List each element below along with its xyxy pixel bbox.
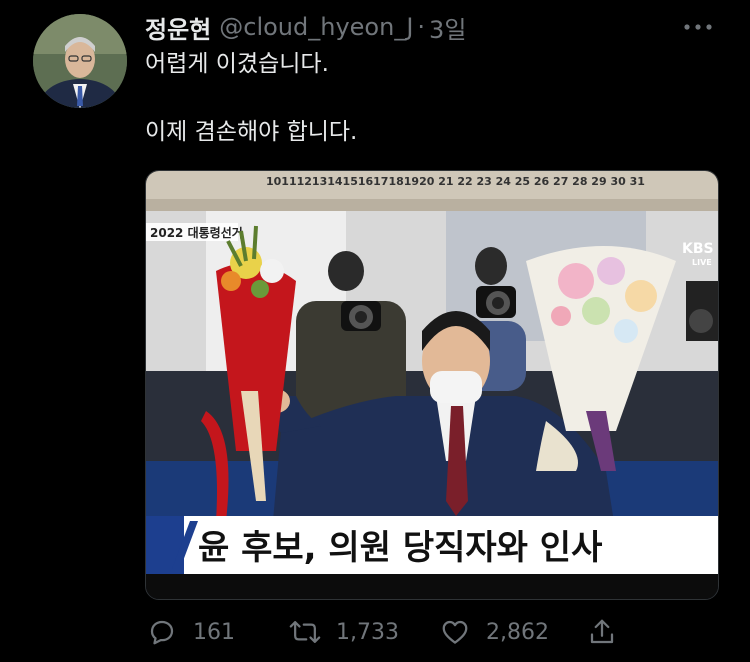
- like-button[interactable]: 2,862: [438, 612, 549, 652]
- more-button[interactable]: [678, 16, 718, 38]
- avatar-image: [33, 14, 127, 108]
- tweet-media[interactable]: 1011121314151617181920 21 22 23 24 25 26…: [145, 170, 719, 600]
- share-icon: [585, 615, 619, 649]
- share-button[interactable]: [585, 612, 633, 652]
- media-photo: 1011121314151617181920 21 22 23 24 25 26…: [146, 171, 718, 599]
- heart-icon: [438, 615, 472, 649]
- like-count: 2,862: [486, 619, 549, 645]
- retweet-icon: [288, 615, 322, 649]
- news-ticker: 윤 후보, 의원 당직자와 인사: [198, 528, 602, 568]
- avatar[interactable]: [33, 14, 127, 108]
- author-handle[interactable]: @cloud_hyeon_J: [219, 13, 413, 41]
- broadcast-tag: 2022 대통령선거: [150, 225, 243, 240]
- separator: ·: [417, 13, 426, 41]
- tweet-header: 정운현 @cloud_hyeon_J · 3일: [145, 10, 466, 45]
- reply-button[interactable]: 161: [145, 612, 235, 652]
- tweet-line-2: 이제 겸손해야 합니다.: [145, 119, 358, 145]
- tweet-line-1: 어렵게 이겼습니다.: [145, 51, 329, 77]
- channel-logo: KBS: [682, 241, 714, 257]
- retweet-button[interactable]: 1,733: [288, 612, 399, 652]
- retweet-count: 1,733: [336, 619, 399, 645]
- tweet-time[interactable]: 3일: [429, 10, 466, 45]
- reply-count: 161: [193, 619, 235, 645]
- action-bar: 161 1,733 2,862: [145, 612, 645, 652]
- more-icon: [684, 24, 712, 30]
- author-name[interactable]: 정운현: [145, 10, 211, 45]
- tweet-text: 어렵게 이겼습니다. 이제 겸손해야 합니다.: [145, 47, 715, 149]
- channel-sub: LIVE: [692, 258, 712, 267]
- reply-icon: [145, 615, 179, 649]
- calendar-strip: 1011121314151617181920 21 22 23 24 25 26…: [266, 175, 645, 188]
